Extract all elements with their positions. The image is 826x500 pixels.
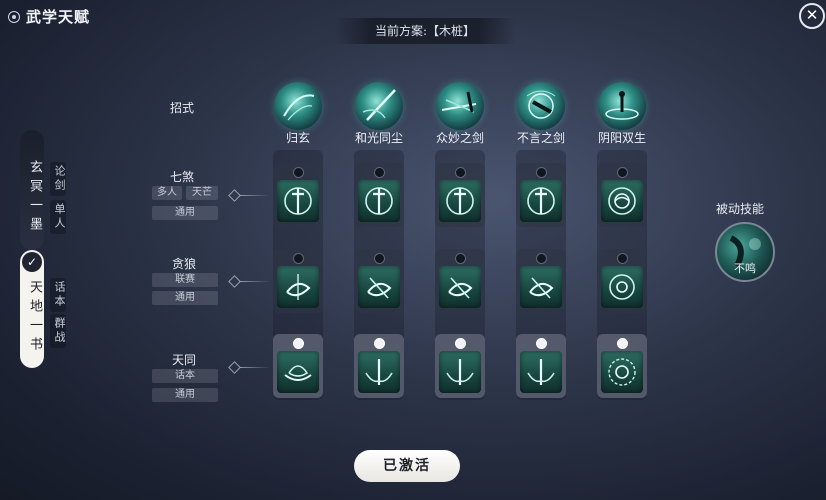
row-link-diamond-icon xyxy=(228,275,241,288)
talent-pin xyxy=(536,167,547,178)
tag-huaben: 话本 xyxy=(152,369,218,383)
tag-duoren: 多人 xyxy=(152,186,182,200)
talent-card-qisha-1[interactable] xyxy=(273,163,323,227)
sword-emblem-icon xyxy=(439,180,481,222)
tab-tiandi-yishu[interactable]: ✓ 天地一书 xyxy=(20,250,44,368)
current-plan-label[interactable]: 当前方案:【木桩】 xyxy=(335,18,515,44)
ribbon-emblem-icon xyxy=(358,266,400,308)
talent-pin xyxy=(293,167,304,178)
yinyang-emblem-icon xyxy=(601,351,643,393)
row-link-line xyxy=(240,195,270,196)
yinyang-emblem-icon xyxy=(601,180,643,222)
talent-card-tiantong-5[interactable] xyxy=(597,334,647,398)
skill-heguang-tongchen-icon[interactable] xyxy=(355,82,403,130)
tag-liansai: 联赛 xyxy=(152,273,218,287)
row-link-line xyxy=(240,281,270,282)
skill-name-heguang-tongchen: 和光同尘 xyxy=(354,131,403,145)
sword-emblem-icon xyxy=(358,180,400,222)
row-label-tiantong: 天同 xyxy=(172,353,197,367)
row-link-diamond-icon xyxy=(228,189,241,202)
skill-name-buyan-zhijian: 不言之剑 xyxy=(516,131,565,145)
skill-yinyang-shuangsheng-icon[interactable] xyxy=(598,82,646,130)
activated-button[interactable]: 已激活 xyxy=(354,450,460,482)
row-link-diamond-icon xyxy=(228,361,241,374)
skill-zhongmiao-zhijian-icon[interactable] xyxy=(436,82,484,130)
talent-pin xyxy=(455,253,466,264)
subtab-qunzhan-label: 群战 xyxy=(53,317,66,345)
talent-card-qisha-3[interactable] xyxy=(435,163,485,227)
selected-check-icon: ✓ xyxy=(22,252,42,272)
talent-pin xyxy=(536,253,547,264)
talent-pin-active xyxy=(293,338,304,349)
sword-emblem-icon xyxy=(520,180,562,222)
ribbon-emblem-icon xyxy=(439,266,481,308)
tag-tongyong-tanlang: 通用 xyxy=(152,291,218,305)
tab-tiandi-yishu-label: 天地一书 xyxy=(27,280,42,356)
subtab-qunzhan[interactable]: 群战 xyxy=(50,314,66,348)
talent-pin-active xyxy=(617,338,628,349)
talent-pin xyxy=(293,253,304,264)
sword-wing-emblem-icon xyxy=(520,351,562,393)
talent-card-qisha-4[interactable] xyxy=(516,163,566,227)
talent-card-tanlang-4[interactable] xyxy=(516,249,566,313)
title-ornament-icon xyxy=(8,10,20,23)
talent-card-qisha-5[interactable] xyxy=(597,163,647,227)
tag-tongyong-qisha: 通用 xyxy=(152,206,218,220)
skill-name-guixuan: 归玄 xyxy=(285,131,310,145)
tab-xuanming-yimo[interactable]: 玄冥一墨 xyxy=(20,130,44,250)
talent-pin-active xyxy=(455,338,466,349)
talent-pin xyxy=(617,253,628,264)
row-label-qisha: 七煞 xyxy=(170,170,195,184)
page-title: 武学天赋 xyxy=(26,8,91,26)
skill-guixuan-icon[interactable] xyxy=(274,82,322,130)
subtab-danren[interactable]: 单人 xyxy=(50,200,66,234)
passive-skill-label: 被动技能 xyxy=(716,202,765,216)
skill-name-yinyang-shuangsheng: 阴阳双生 xyxy=(597,131,646,145)
talent-pin xyxy=(617,167,628,178)
subtab-lunjian[interactable]: 论剑 xyxy=(50,162,66,196)
sword-wing-emblem-icon xyxy=(439,351,481,393)
yinyang-emblem-icon xyxy=(601,266,643,308)
talent-pin xyxy=(374,253,385,264)
talent-pin xyxy=(374,167,385,178)
talent-pin xyxy=(455,167,466,178)
ribbon-emblem-icon xyxy=(520,266,562,308)
talent-card-tanlang-1[interactable] xyxy=(273,249,323,313)
skill-buyan-zhijian-icon[interactable] xyxy=(517,82,565,130)
tab-xuanming-yimo-label: 玄冥一墨 xyxy=(27,160,42,236)
passive-skill-icon[interactable]: 不鸣 xyxy=(715,222,775,282)
row-link-line xyxy=(240,367,270,368)
passive-skill-name: 不鸣 xyxy=(734,262,756,275)
subtab-lunjian-label: 论剑 xyxy=(53,165,66,193)
talent-card-tiantong-3[interactable] xyxy=(435,334,485,398)
subtab-danren-label: 单人 xyxy=(53,203,66,231)
talent-card-tiantong-4[interactable] xyxy=(516,334,566,398)
tag-tianmang: 天芒 xyxy=(186,186,218,200)
talent-card-tanlang-2[interactable] xyxy=(354,249,404,313)
talent-card-tanlang-5[interactable] xyxy=(597,249,647,313)
talent-pin-active xyxy=(536,338,547,349)
talent-card-qisha-2[interactable] xyxy=(354,163,404,227)
ribbon-emblem-icon xyxy=(277,266,319,308)
title-group: 武学天赋 xyxy=(8,6,90,27)
close-button[interactable]: ✕ xyxy=(799,3,825,29)
talent-card-tiantong-2[interactable] xyxy=(354,334,404,398)
row-label-zhaoshi: 招式 xyxy=(170,101,195,115)
row-label-tanlang: 贪狼 xyxy=(172,257,197,271)
lotus-emblem-icon xyxy=(277,351,319,393)
sword-wing-emblem-icon xyxy=(358,351,400,393)
talent-card-tanlang-3[interactable] xyxy=(435,249,485,313)
sword-emblem-icon xyxy=(277,180,319,222)
talent-pin-active xyxy=(374,338,385,349)
subtab-huaben[interactable]: 话本 xyxy=(50,278,66,312)
skill-name-zhongmiao-zhijian: 众妙之剑 xyxy=(435,131,484,145)
talent-card-tiantong-1[interactable] xyxy=(273,334,323,398)
subtab-huaben-label: 话本 xyxy=(53,281,66,309)
tag-tongyong-tiantong: 通用 xyxy=(152,388,218,402)
